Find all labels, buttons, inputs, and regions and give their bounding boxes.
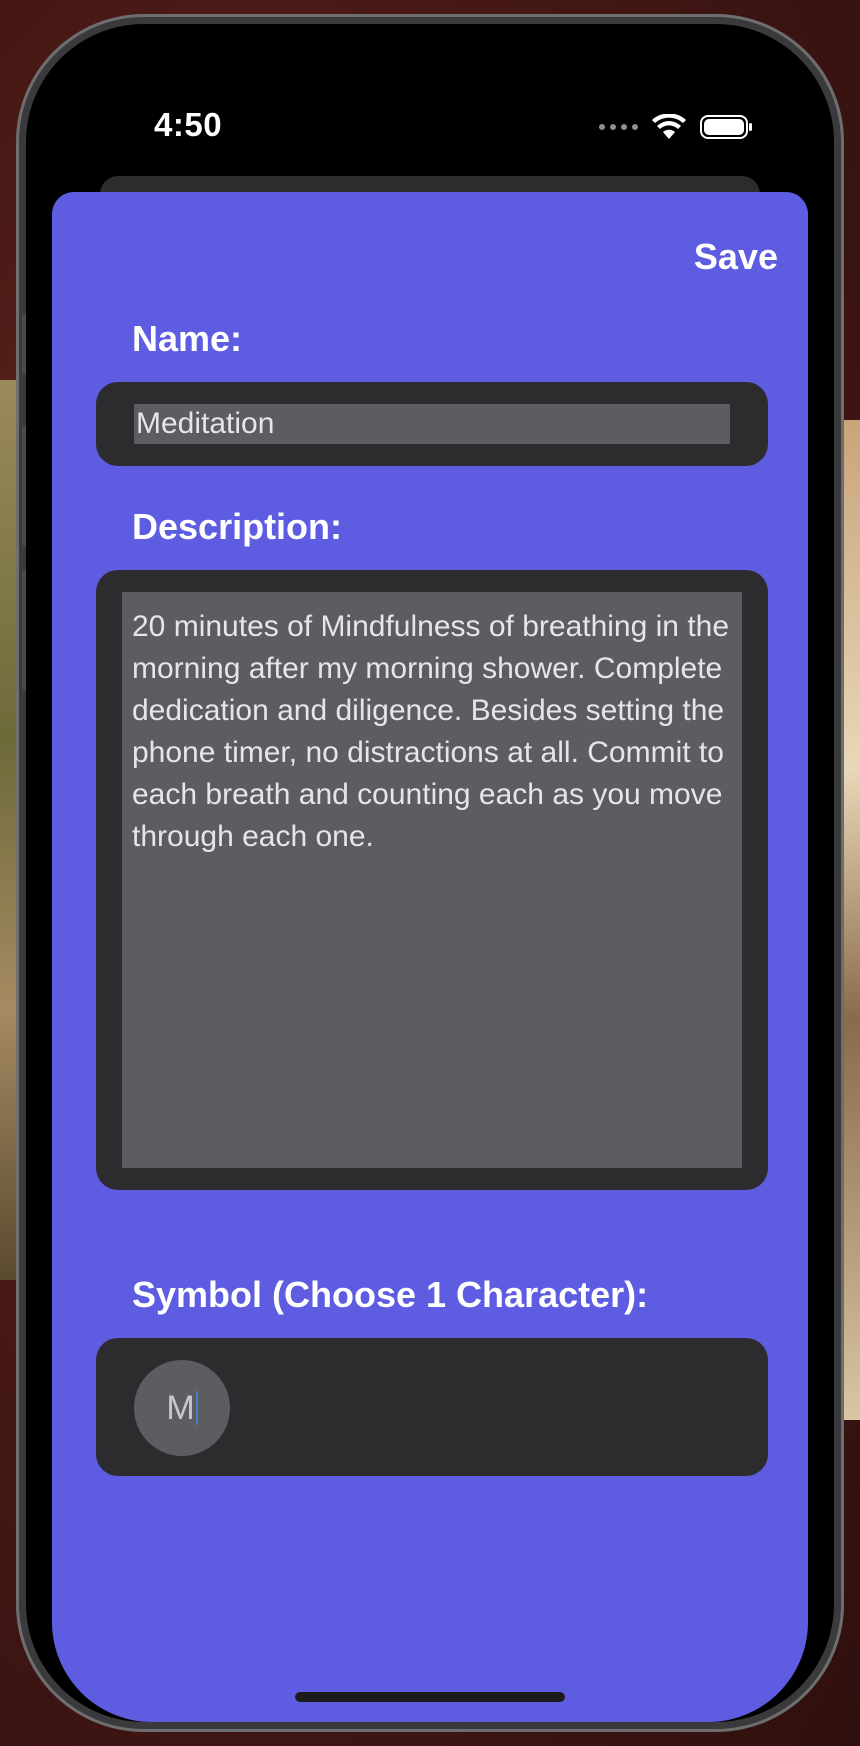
description-label: Description: [132, 506, 343, 547]
description-field-container: 20 minutes of Mindfulness of breathing i… [96, 570, 768, 1190]
battery-icon [700, 115, 752, 139]
status-icons [599, 114, 754, 140]
symbol-input[interactable]: M [134, 1360, 230, 1456]
phone-screen: 4:50 Save Name: Meditation Description: … [26, 24, 834, 1722]
symbol-field-container: M [96, 1338, 768, 1476]
save-button[interactable]: Save [694, 236, 778, 278]
description-textarea[interactable]: 20 minutes of Mindfulness of breathing i… [122, 592, 742, 1168]
phone-frame: 4:50 Save Name: Meditation Description: … [16, 14, 844, 1732]
name-input[interactable] [134, 404, 730, 444]
symbol-value: M [166, 1388, 195, 1427]
wifi-icon [652, 114, 686, 139]
symbol-label: Symbol (Choose 1 Character): [132, 1274, 649, 1315]
signal-dots-icon [599, 124, 638, 130]
edit-habit-sheet: Save Name: Description: 20 minutes of Mi… [52, 192, 808, 1722]
text-cursor [195, 1391, 198, 1425]
status-time: 4:50 [154, 106, 223, 143]
status-bar: 4:50 [26, 24, 834, 164]
home-indicator[interactable] [295, 1692, 565, 1702]
name-field-container [96, 382, 768, 466]
name-label: Name: [132, 318, 243, 359]
